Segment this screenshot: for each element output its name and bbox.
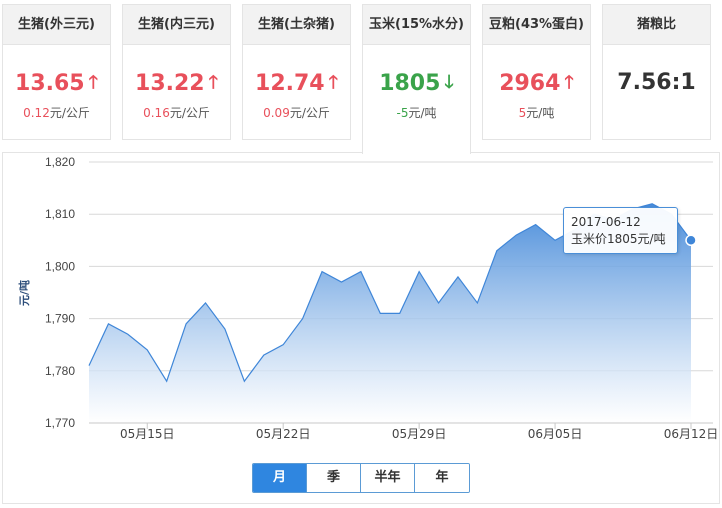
price-chart: 1,770 1,780 1,790 1,800 1,810 1,820 元/吨 05月15日 0… bbox=[2, 152, 720, 504]
y-tick-label: 1,770 bbox=[45, 416, 75, 430]
card-change: 0.12元/公斤 bbox=[23, 106, 90, 120]
card-title: 生猪(内三元) bbox=[123, 5, 230, 45]
card-change: -5元/吨 bbox=[396, 106, 437, 120]
card-title: 生猪(外三元) bbox=[3, 5, 110, 45]
tab-quarter[interactable]: 季 bbox=[307, 464, 361, 492]
card-pig-outer[interactable]: 生猪(外三元) 13.65 🡑 0.12元/公斤 bbox=[2, 4, 111, 140]
x-tick-label: 06月12日 bbox=[664, 427, 719, 441]
y-tick-label: 1,820 bbox=[45, 155, 75, 169]
x-tick-label: 05月22日 bbox=[256, 427, 311, 441]
card-price: 13.22 🡑 bbox=[135, 71, 218, 96]
tab-year[interactable]: 年 bbox=[415, 464, 469, 492]
tooltip-date: 2017-06-12 bbox=[571, 215, 641, 229]
card-pig-grain-ratio[interactable]: 猪粮比 7.56:1 bbox=[602, 4, 711, 140]
x-tick-label: 05月15日 bbox=[120, 427, 175, 441]
y-tick-label: 1,810 bbox=[45, 207, 75, 221]
card-soymeal[interactable]: 豆粕(43%蛋白) 2964 🡑 5元/吨 bbox=[482, 4, 591, 140]
card-corn[interactable]: 玉米(15%水分) 1805 🡓 -5元/吨 bbox=[362, 4, 471, 154]
card-title: 猪粮比 bbox=[603, 5, 710, 45]
y-tick-label: 1,790 bbox=[45, 312, 75, 326]
card-title: 玉米(15%水分) bbox=[363, 5, 470, 45]
tab-month[interactable]: 月 bbox=[253, 464, 307, 492]
card-change: 0.16元/公斤 bbox=[143, 106, 210, 120]
x-tick-label: 05月29日 bbox=[392, 427, 447, 441]
card-change: 0.09元/公斤 bbox=[263, 106, 330, 120]
card-price: 2964 🡑 bbox=[499, 71, 574, 96]
range-tabs: 月 季 半年 年 bbox=[252, 463, 470, 493]
y-tick-label: 1,780 bbox=[45, 364, 75, 378]
card-pig-inner[interactable]: 生猪(内三元) 13.22 🡑 0.16元/公斤 bbox=[122, 4, 231, 140]
arrow-up-icon: 🡑 bbox=[208, 72, 218, 93]
card-title: 生猪(土杂猪) bbox=[243, 5, 350, 45]
card-price: 7.56:1 bbox=[617, 70, 696, 95]
card-price: 12.74 🡑 bbox=[255, 71, 338, 96]
card-pig-local[interactable]: 生猪(土杂猪) 12.74 🡑 0.09元/公斤 bbox=[242, 4, 351, 140]
arrow-up-icon: 🡑 bbox=[328, 72, 338, 93]
card-price: 13.65 🡑 bbox=[15, 71, 98, 96]
y-tick-label: 1,800 bbox=[45, 259, 75, 273]
arrow-up-icon: 🡑 bbox=[564, 72, 574, 93]
tooltip-label: 玉米价1805元/吨 bbox=[571, 232, 666, 246]
card-change: 5元/吨 bbox=[518, 106, 555, 120]
price-chart-svg: 1,770 1,780 1,790 1,800 1,810 1,820 元/吨 05月15日 0… bbox=[17, 155, 719, 441]
highlight-point bbox=[685, 234, 697, 247]
x-tick-label: 06月05日 bbox=[528, 427, 583, 441]
y-axis-label: 元/吨 bbox=[17, 280, 31, 306]
price-cards: 生猪(外三元) 13.65 🡑 0.12元/公斤 生猪(内三元) 13.22 🡑 0… bbox=[0, 0, 722, 154]
card-price: 1805 🡓 bbox=[379, 71, 454, 96]
arrow-up-icon: 🡑 bbox=[88, 72, 98, 93]
tab-half-year[interactable]: 半年 bbox=[361, 464, 415, 492]
arrow-down-icon: 🡓 bbox=[444, 72, 454, 93]
chart-tooltip: 2017-06-12 玉米价1805元/吨 bbox=[563, 207, 678, 254]
card-title: 豆粕(43%蛋白) bbox=[483, 5, 590, 45]
